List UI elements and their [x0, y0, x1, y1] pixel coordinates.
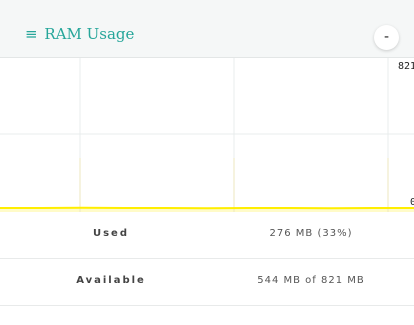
stat-row-used: Used 276 MB (33%)	[0, 212, 414, 259]
hamburger-icon[interactable]: ≡	[25, 25, 38, 43]
stat-label: Available	[76, 275, 146, 286]
widget-header: ≡ RAM Usage -	[0, 0, 414, 58]
y-axis-min-label: 0	[410, 197, 414, 208]
ram-usage-widget: ≡ RAM Usage - 821 0 Used 276 MB (33%) Av…	[0, 0, 414, 325]
collapse-button[interactable]: -	[374, 25, 399, 50]
stat-value: 544 MB of 821 MB	[257, 275, 365, 286]
ram-usage-chart: 821 0	[0, 58, 414, 212]
widget-title: ≡ RAM Usage	[25, 24, 134, 44]
series-line	[0, 206, 414, 210]
widget-title-text: RAM Usage	[44, 25, 135, 43]
stat-row-available: Available 544 MB of 821 MB	[0, 259, 414, 306]
stat-value: 276 MB (33%)	[269, 228, 353, 239]
stat-label: Used	[92, 228, 129, 239]
y-axis-max-label: 821	[398, 61, 414, 72]
chart-svg	[0, 58, 414, 212]
